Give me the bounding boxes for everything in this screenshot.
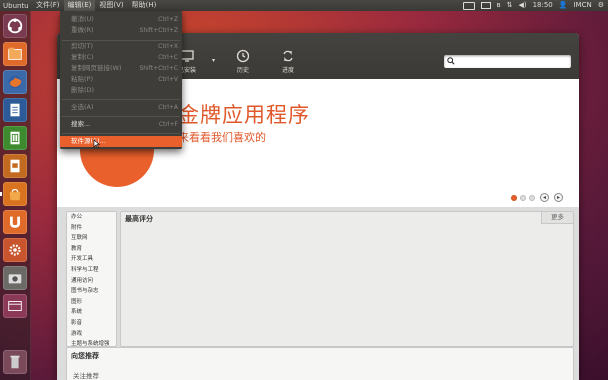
category-item[interactable]: 科学与工程 [67, 265, 116, 276]
recommend-header: 向您推荐 [71, 352, 99, 360]
category-item[interactable]: 附件 [67, 223, 116, 234]
menu-item-select-all[interactable]: 全选(A) Ctrl+A [60, 102, 182, 113]
history-button[interactable]: 历史 [226, 49, 260, 74]
category-item[interactable]: 游戏 [67, 329, 116, 340]
banner-subtitle: 来看看我们喜欢的 [178, 131, 266, 144]
menu-item-copy[interactable]: 复制(C) Ctrl+C [60, 52, 182, 63]
menu-item-delete[interactable]: 删除(D) [60, 85, 182, 96]
progress-label: 进度 [281, 67, 294, 74]
trash-icon[interactable] [3, 350, 27, 374]
search-input[interactable] [444, 55, 571, 68]
progress-button[interactable]: 进度 [271, 49, 305, 74]
banner-title: 金牌应用程序 [178, 103, 310, 127]
firefox-icon[interactable] [3, 70, 27, 94]
menu-separator [62, 133, 180, 134]
progress-icon [283, 50, 293, 62]
launcher [0, 11, 31, 380]
bluetooth-icon[interactable]: ʙ [497, 0, 501, 11]
top-panel: Ubuntu 文件(F) 编辑(E) 视图(V) 帮助(H) ʙ ⇅ ◀) 18… [0, 0, 608, 11]
category-item[interactable]: 通用访问 [67, 276, 116, 287]
mail-icon[interactable] [480, 2, 491, 9]
user-icon[interactable]: 👤 [559, 0, 568, 11]
category-item[interactable]: 图形 [67, 297, 116, 308]
banner-graphic [80, 143, 154, 187]
software-center-icon[interactable] [3, 182, 27, 206]
carousel-dot[interactable] [520, 194, 526, 201]
menu-item-copy-link[interactable]: 复制网页链接(W) Shift+Ctrl+C [60, 63, 182, 74]
menu-item-paste[interactable]: 粘贴(P) Ctrl+V [60, 74, 182, 85]
category-item[interactable]: 图书与杂志 [67, 286, 116, 297]
category-item[interactable]: 系统 [67, 307, 116, 318]
user-name[interactable]: IMCN [573, 0, 591, 11]
clock[interactable]: 18:50 [533, 0, 553, 11]
clock-icon [236, 49, 250, 63]
carousel-dot[interactable] [511, 194, 517, 201]
keyboard-icon[interactable] [462, 1, 475, 10]
menu-edit[interactable]: 编辑(E) [63, 0, 96, 11]
top-rated-panel: 最高评分 更多 [120, 211, 574, 347]
category-item[interactable]: 教育 [67, 244, 116, 255]
app-name: Ubuntu [3, 1, 29, 10]
menu-file[interactable]: 文件(F) [32, 0, 64, 11]
search-icon [447, 57, 455, 65]
category-item[interactable]: 开发工具 [67, 254, 116, 265]
network-icon[interactable]: ⇅ [507, 0, 513, 11]
menu-help[interactable]: 帮助(H) [128, 0, 161, 11]
category-item[interactable]: 影音 [67, 318, 116, 329]
menu-item-redo[interactable]: 重做(R) Shift+Ctrl+Z [60, 25, 182, 36]
category-item[interactable]: 办公 [67, 212, 116, 223]
running-indicator [0, 192, 2, 196]
writer-icon[interactable] [3, 98, 27, 122]
menu-separator [62, 99, 180, 100]
menu-separator [62, 116, 180, 117]
dash-home-icon[interactable] [3, 14, 27, 38]
workspace-switcher-icon[interactable] [3, 294, 27, 318]
carousel-next-icon[interactable]: ▸ [554, 193, 563, 202]
carousel-controls: ◂ ▸ [511, 193, 563, 202]
category-list: 办公 附件 互联网 教育 开发工具 科学与工程 通用访问 图书与杂志 图形 系统… [66, 211, 117, 358]
menu-view[interactable]: 视图(V) [95, 0, 127, 11]
carousel-dot[interactable] [529, 194, 535, 201]
impress-icon[interactable] [3, 154, 27, 178]
more-button[interactable]: 更多 [541, 212, 573, 224]
top-rated-header: 最高评分 [125, 215, 153, 223]
ubuntu-one-icon[interactable] [3, 210, 27, 234]
menu-item-undo[interactable]: 撤消(U) Ctrl+Z [60, 14, 182, 25]
camera-icon[interactable] [3, 266, 27, 290]
mouse-cursor-icon [93, 139, 101, 149]
content-area: 办公 附件 互联网 教育 开发工具 科学与工程 通用访问 图书与杂志 图形 系统… [57, 207, 579, 380]
category-item[interactable]: 互联网 [67, 233, 116, 244]
menu-item-software-sources[interactable]: 软件源(S)... [60, 136, 182, 147]
edit-menu: 撤消(U) Ctrl+Z 重做(R) Shift+Ctrl+Z 剪切(T) Ct… [60, 11, 182, 149]
calc-icon[interactable] [3, 126, 27, 150]
chevron-down-icon[interactable]: ▾ [212, 57, 215, 64]
menu-item-cut[interactable]: 剪切(T) Ctrl+X [60, 41, 182, 52]
monitor-icon [180, 50, 194, 62]
carousel-prev-icon[interactable]: ◂ [540, 193, 549, 202]
gear-icon[interactable]: ⚙ [598, 0, 604, 11]
system-settings-icon[interactable] [3, 238, 27, 262]
menu-item-search[interactable]: 搜索... Ctrl+F [60, 119, 182, 130]
recommend-panel: 向您推荐 关注推荐 [66, 347, 574, 380]
volume-icon[interactable]: ◀) [518, 0, 526, 11]
recommend-subheader[interactable]: 关注推荐 [73, 370, 99, 380]
indicator-area: ʙ ⇅ ◀) 18:50 👤 IMCN ⚙ [462, 0, 608, 11]
files-icon[interactable] [3, 42, 27, 66]
history-label: 历史 [236, 67, 249, 74]
